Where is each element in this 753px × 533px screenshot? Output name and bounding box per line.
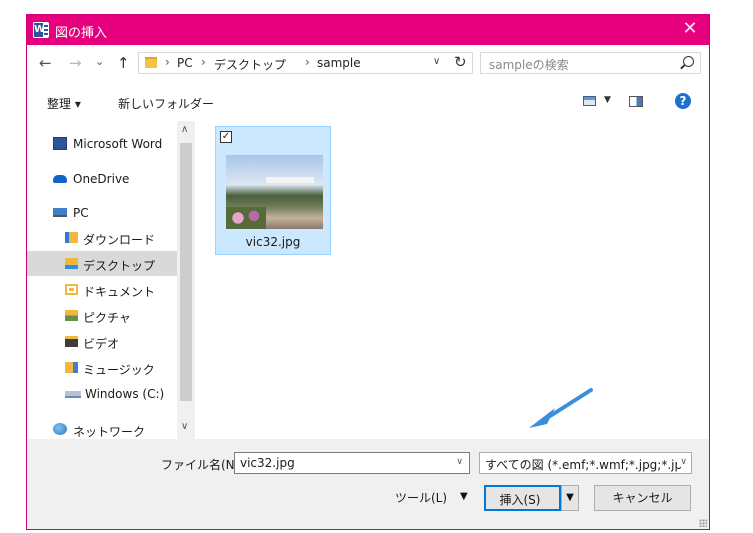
insert-button[interactable]: 挿入(S) — [484, 485, 561, 511]
new-folder-button[interactable]: 新しいフォルダー — [118, 95, 214, 112]
file-item[interactable]: ✓ vic32.jpg — [215, 126, 331, 255]
sidebar-item-label: Microsoft Word — [73, 137, 163, 151]
chevron-up-icon[interactable]: ∧ — [181, 124, 188, 135]
file-name: vic32.jpg — [245, 235, 301, 249]
sidebar-item-documents[interactable]: ドキュメント — [27, 277, 177, 302]
desktop-icon — [65, 258, 78, 269]
sidebar-item-label: Windows (C:) — [85, 387, 165, 401]
sidebar-item-label: ミュージック — [83, 363, 155, 377]
change-view-icon[interactable] — [583, 96, 596, 106]
recent-locations-button[interactable]: ⌄ — [95, 54, 104, 70]
word-icon — [53, 137, 67, 150]
scrollbar-thumb[interactable] — [180, 143, 192, 401]
sidebar-item-microsoft-word[interactable]: Microsoft Word — [27, 131, 177, 156]
chevron-down-icon[interactable]: ▼ — [460, 491, 468, 502]
command-toolbar: 整理 ▾ 新しいフォルダー ▼ ? — [27, 83, 709, 121]
downloads-icon — [65, 232, 78, 243]
sidebar-item-videos[interactable]: ビデオ — [27, 329, 177, 354]
filename-label: ファイル名(N): — [161, 458, 244, 472]
sidebar-item-pictures[interactable]: ピクチャ — [27, 303, 177, 328]
chevron-down-icon[interactable]: ∨ — [433, 56, 440, 67]
navigation-pane: Microsoft Word OneDrive PC ダウンロード デスクトップ… — [27, 121, 202, 439]
refresh-button[interactable]: ↻ — [454, 53, 467, 71]
drive-icon — [65, 391, 81, 398]
sidebar-scrollbar[interactable]: ∧ ∨ — [177, 121, 195, 439]
sidebar-item-label: ネットワーク — [73, 425, 146, 439]
sidebar-item-label: ビデオ — [83, 337, 120, 351]
insert-options-button[interactable]: ▼ — [561, 485, 579, 511]
sidebar-item-label: PC — [73, 206, 89, 220]
navigation-bar: ← → ⌄ ↑ › PC › デスクトップ › sample ∨ ↻ sampl… — [27, 45, 709, 83]
sidebar-item-onedrive[interactable]: OneDrive — [27, 166, 177, 191]
title-bar: W 図の挿入 ✕ — [27, 15, 709, 45]
chevron-down-icon[interactable]: ∨ — [677, 457, 687, 467]
sidebar-item-music[interactable]: ミュージック — [27, 355, 177, 380]
arrow-annotation — [529, 388, 593, 428]
file-list-pane: ✓ vic32.jpg — [202, 121, 709, 439]
chevron-right-icon[interactable]: › — [201, 55, 206, 69]
network-icon — [53, 423, 67, 435]
filename-input[interactable]: vic32.jpg ∨ — [234, 452, 470, 474]
sidebar-item-label: ドキュメント — [83, 285, 156, 299]
help-icon[interactable]: ? — [675, 93, 691, 109]
dialog-footer: ファイル名(N): vic32.jpg ∨ すべての図 (*.emf;*.wmf… — [27, 439, 709, 529]
music-icon — [65, 362, 78, 373]
dialog-title: 図の挿入 — [55, 26, 108, 41]
sidebar-item-label: ダウンロード — [83, 233, 156, 247]
breadcrumb-desktop[interactable]: デスクトップ — [214, 56, 286, 73]
chevron-down-icon[interactable]: ∨ — [456, 457, 463, 467]
filename-value: vic32.jpg — [240, 456, 295, 470]
chevron-right-icon: › — [165, 55, 170, 69]
forward-button[interactable]: → — [69, 55, 82, 71]
search-icon[interactable] — [683, 56, 694, 67]
address-bar[interactable]: › PC › デスクトップ › sample ∨ ↻ — [138, 52, 473, 74]
folder-icon — [145, 57, 157, 68]
sidebar-item-label: ピクチャ — [83, 311, 131, 325]
word-app-icon: W — [33, 22, 49, 38]
tools-button[interactable]: ツール(L) — [395, 489, 447, 506]
breadcrumb-sample[interactable]: sample — [317, 56, 361, 70]
videos-icon — [65, 336, 78, 347]
cancel-button[interactable]: キャンセル — [594, 485, 691, 511]
resize-grip[interactable] — [699, 519, 707, 527]
insert-picture-dialog: W 図の挿入 ✕ ← → ⌄ ↑ › PC › デスクトップ › sample … — [26, 14, 710, 530]
up-button[interactable]: ↑ — [117, 55, 130, 71]
chevron-down-icon[interactable]: ▼ — [604, 95, 611, 105]
sidebar-item-desktop[interactable]: デスクトップ — [27, 251, 177, 276]
close-button[interactable]: ✕ — [681, 20, 699, 38]
filetype-value: すべての図 (*.emf;*.wmf;*.jpg;*.jp — [485, 458, 683, 472]
onedrive-icon — [53, 175, 67, 183]
sidebar-item-downloads[interactable]: ダウンロード — [27, 225, 177, 250]
file-checkbox[interactable]: ✓ — [220, 131, 232, 143]
file-thumbnail — [226, 155, 323, 229]
sidebar-item-pc[interactable]: PC — [27, 200, 177, 225]
pictures-icon — [65, 310, 78, 321]
preview-pane-icon[interactable] — [629, 96, 643, 107]
documents-icon — [65, 284, 78, 295]
back-button[interactable]: ← — [39, 55, 52, 71]
breadcrumb-pc[interactable]: PC — [177, 56, 193, 70]
filetype-select[interactable]: すべての図 (*.emf;*.wmf;*.jpg;*.jp ∨ — [479, 452, 692, 474]
sidebar-item-label: デスクトップ — [83, 259, 156, 273]
sidebar-item-label: OneDrive — [73, 172, 130, 186]
search-placeholder: sampleの検索 — [489, 58, 569, 72]
pc-icon — [53, 208, 67, 217]
chevron-right-icon[interactable]: › — [305, 55, 310, 69]
chevron-down-icon[interactable]: ∨ — [181, 421, 188, 432]
search-input[interactable]: sampleの検索 — [480, 52, 701, 74]
sidebar-item-windows-c[interactable]: Windows (C:) — [27, 381, 177, 406]
organize-button[interactable]: 整理 ▾ — [47, 95, 81, 112]
insert-button-label: 挿入(S) — [499, 493, 541, 507]
